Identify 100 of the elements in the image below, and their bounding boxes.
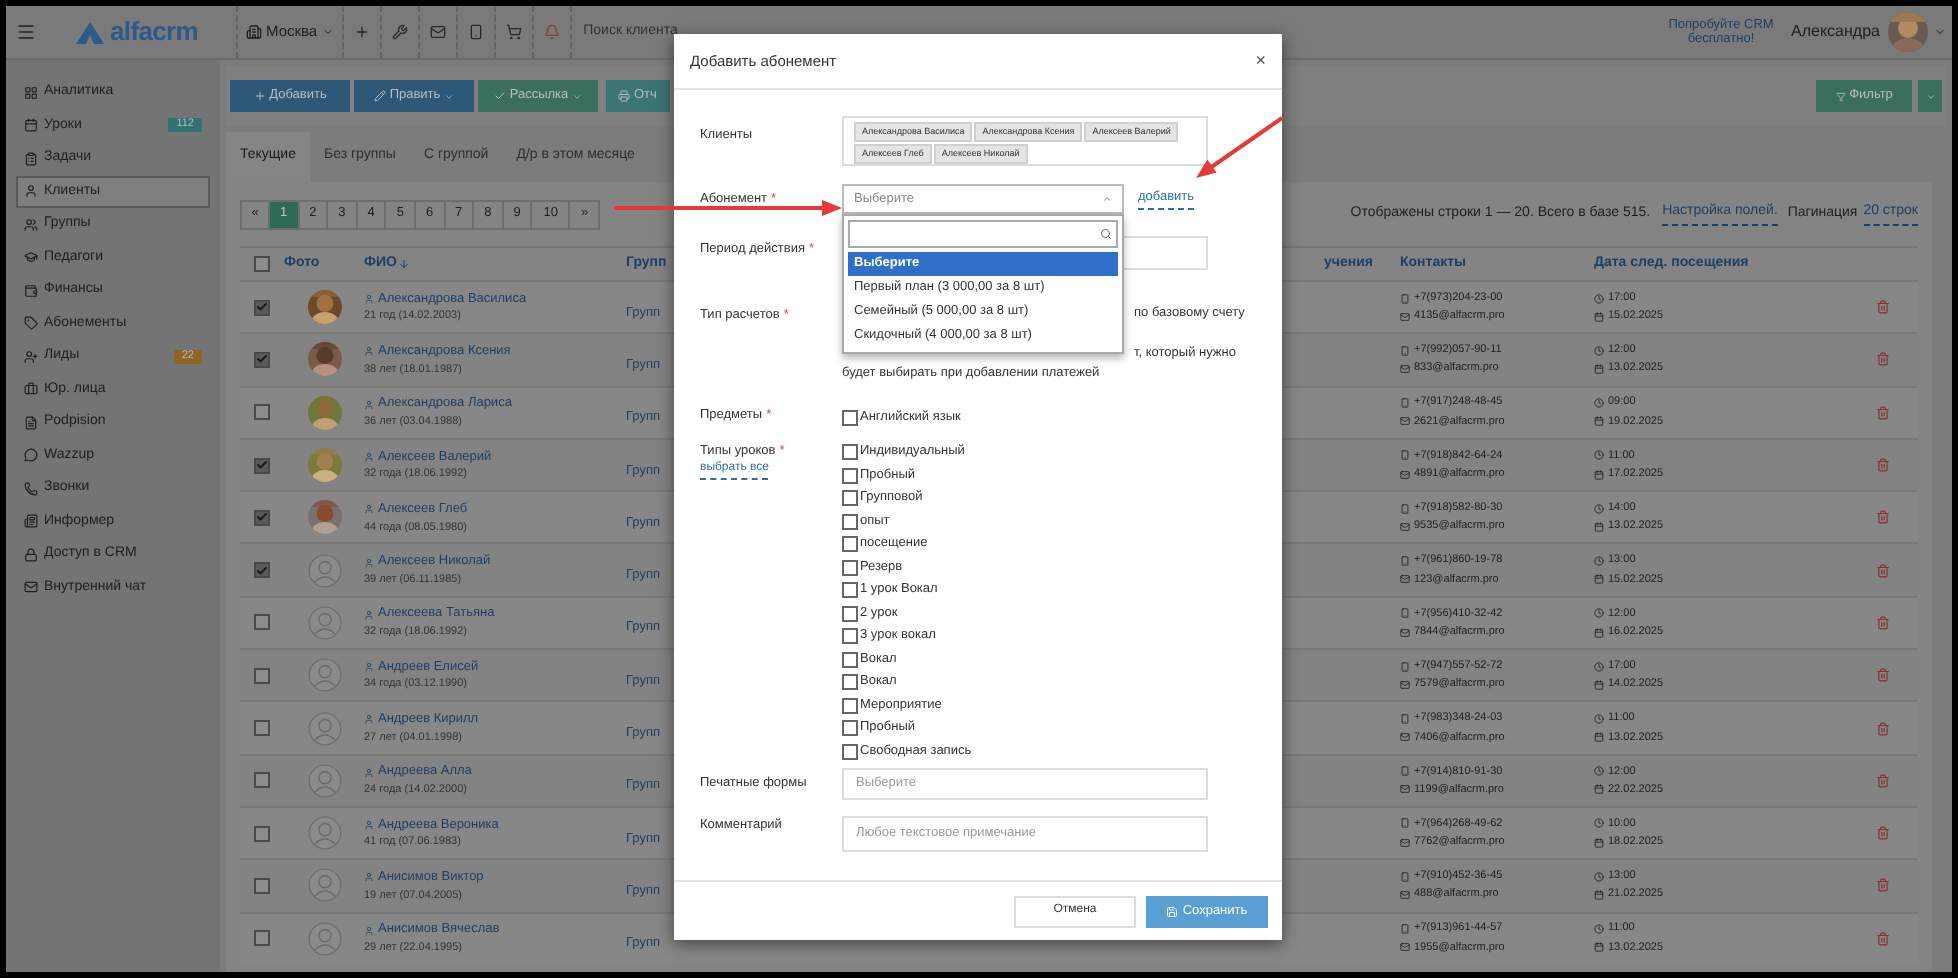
filter-icon [1835, 91, 1846, 101]
checkbox[interactable] [254, 667, 270, 684]
newspaper-icon [24, 514, 38, 529]
envelope-icon [1400, 942, 1410, 953]
calendar-icon [1594, 837, 1604, 848]
clock-icon [1594, 713, 1604, 724]
delete-icon[interactable] [1876, 668, 1890, 683]
user-icon [364, 346, 374, 357]
checkbox[interactable] [254, 404, 270, 421]
checkbox[interactable] [842, 536, 858, 553]
menu-icon[interactable] [16, 22, 36, 42]
search-icon [1100, 228, 1112, 240]
delete-icon[interactable] [1876, 721, 1890, 736]
phone-icon [1400, 398, 1410, 409]
delete-icon[interactable] [1876, 826, 1890, 841]
dropdown-search-field[interactable] [848, 220, 1118, 248]
avatar-icon [307, 868, 341, 903]
checkbox[interactable] [842, 513, 858, 530]
checkbox[interactable] [254, 457, 270, 474]
avatar-icon [307, 553, 341, 588]
checkbox[interactable] [254, 562, 270, 579]
delete-icon[interactable] [1876, 931, 1890, 946]
caret-icon [1925, 91, 1935, 101]
user-icon [364, 662, 374, 673]
checkbox[interactable] [254, 825, 270, 842]
envelope-icon [1400, 469, 1410, 480]
delete-icon[interactable] [1876, 773, 1890, 788]
briefcase-icon [24, 382, 38, 397]
envelope-icon [1400, 732, 1410, 743]
envelope-icon[interactable] [429, 24, 446, 40]
calendar-icon [1594, 627, 1604, 638]
close-button[interactable]: × [1255, 47, 1266, 75]
checkbox[interactable] [254, 351, 270, 368]
user-icon [364, 451, 374, 462]
checkbox[interactable] [254, 509, 270, 526]
calendar-icon [1594, 574, 1604, 585]
calendar-icon [1594, 732, 1604, 743]
phone-icon [1400, 766, 1410, 777]
checkbox[interactable] [842, 444, 858, 461]
checkbox[interactable] [842, 697, 858, 714]
phone-icon [1400, 345, 1410, 356]
caret-icon[interactable] [1934, 26, 1946, 38]
checkbox[interactable] [842, 720, 858, 737]
delete-icon[interactable] [1876, 352, 1890, 367]
caret-icon [572, 91, 583, 101]
checkbox[interactable] [254, 720, 270, 737]
delete-icon[interactable] [1876, 510, 1890, 525]
envelope-icon [1400, 574, 1410, 585]
checkbox[interactable] [254, 614, 270, 631]
clock-icon [1594, 450, 1604, 461]
checkbox[interactable] [842, 559, 858, 576]
logo-text: alfacrm [110, 14, 198, 51]
delete-icon[interactable] [1876, 405, 1890, 420]
plus-icon[interactable] [353, 24, 370, 40]
calendar-icon [1594, 469, 1604, 480]
clock-icon [1594, 661, 1604, 672]
phone-icon [1400, 503, 1410, 514]
checkbox[interactable] [842, 651, 858, 668]
avatar-icon [307, 711, 341, 746]
user-name[interactable]: Александра [1791, 20, 1880, 44]
grid-icon [24, 85, 38, 100]
checkbox[interactable] [254, 877, 270, 894]
phone-icon [1400, 871, 1410, 882]
checkbox[interactable] [842, 467, 858, 484]
checkbox[interactable] [842, 674, 858, 691]
checkbox[interactable] [254, 772, 270, 789]
delete-icon[interactable] [1876, 563, 1890, 578]
printer-icon [618, 90, 630, 102]
checkbox[interactable] [842, 582, 858, 599]
floppy-icon [1166, 905, 1179, 917]
wrench-icon[interactable] [391, 24, 408, 40]
sort-arrow-icon[interactable] [398, 258, 411, 270]
checkbox[interactable] [842, 409, 858, 426]
checkbox[interactable] [842, 628, 858, 645]
checkbox[interactable] [254, 256, 270, 272]
check-icon [493, 90, 506, 102]
delete-icon[interactable] [1876, 300, 1890, 315]
user-icon [364, 714, 374, 725]
user-icon [364, 872, 374, 883]
checkbox[interactable] [254, 930, 270, 947]
checkbox[interactable] [254, 299, 270, 316]
delete-icon[interactable] [1876, 878, 1890, 893]
checkbox[interactable] [842, 743, 858, 760]
caret-icon[interactable] [321, 26, 334, 38]
delete-icon[interactable] [1876, 458, 1890, 473]
checkbox[interactable] [842, 490, 858, 507]
user-icon [364, 399, 374, 410]
plus-icon [253, 90, 266, 102]
calendar-icon [1594, 416, 1604, 427]
delete-icon[interactable] [1876, 615, 1890, 630]
document-icon [24, 415, 38, 430]
clock-icon [1594, 608, 1604, 619]
bell-icon[interactable] [543, 24, 560, 40]
cart-icon[interactable] [505, 24, 522, 40]
calendar-icon [1594, 364, 1604, 375]
user-icon [364, 609, 374, 620]
phone-icon [1400, 924, 1410, 935]
clipboard-icon [24, 151, 38, 166]
phone-icon[interactable] [467, 24, 484, 40]
checkbox[interactable] [842, 605, 858, 622]
